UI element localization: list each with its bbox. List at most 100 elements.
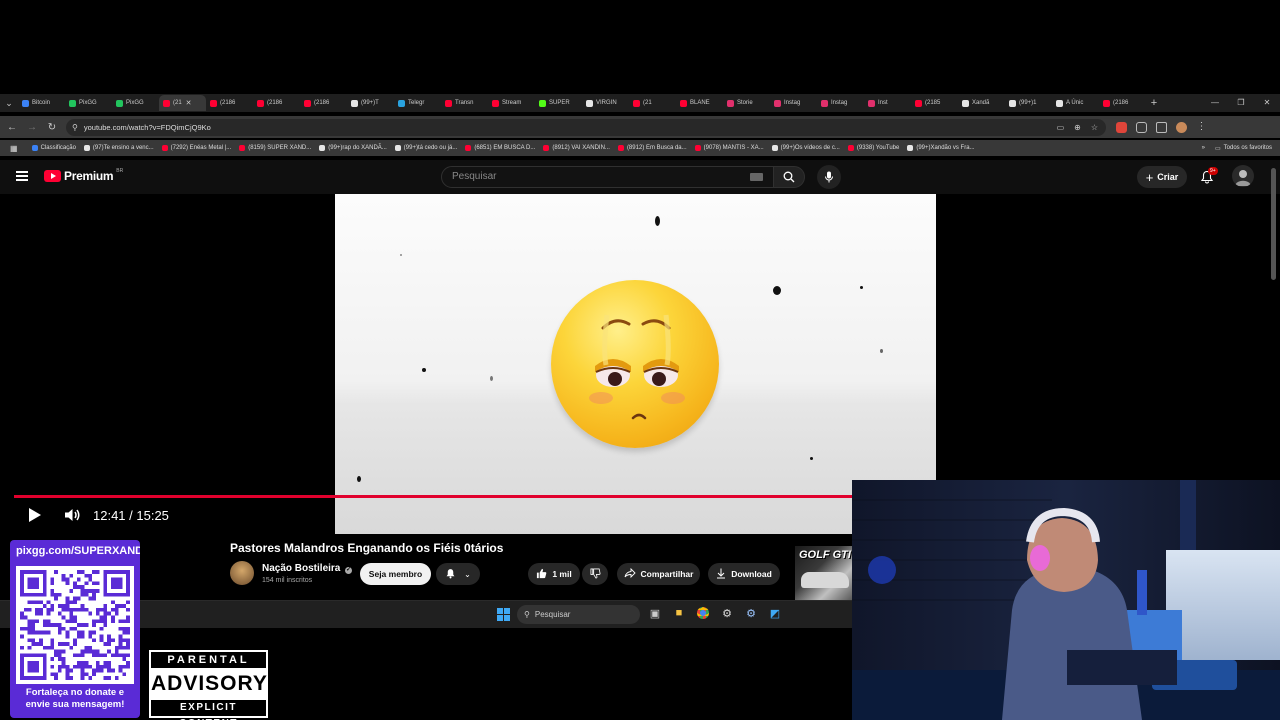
maximize-icon[interactable]: ❐ bbox=[1228, 94, 1254, 112]
volume-button[interactable] bbox=[64, 507, 81, 528]
browser-tab[interactable]: Instag bbox=[817, 95, 864, 111]
cast-icon[interactable]: ▭ bbox=[1057, 123, 1065, 132]
extension-mute-icon[interactable] bbox=[1136, 121, 1147, 133]
task-view-icon[interactable]: ▣ bbox=[648, 606, 662, 620]
site-info-icon[interactable]: ⚲ bbox=[72, 123, 78, 132]
bookmark-label: (99+)Os vídeos de c... bbox=[780, 145, 840, 151]
browser-tab[interactable]: Stream bbox=[488, 95, 535, 111]
browser-tab[interactable]: (99+)1 bbox=[1005, 95, 1052, 111]
all-bookmarks-button[interactable]: ▭ Todos os favoritos bbox=[1215, 145, 1272, 152]
browser-tab[interactable]: (2186 bbox=[1099, 95, 1146, 111]
bookmark-item[interactable]: Classificação bbox=[28, 145, 80, 151]
browser-tab[interactable]: Xandã bbox=[958, 95, 1005, 111]
app-blue-icon[interactable]: ◩ bbox=[768, 606, 782, 620]
browser-tab[interactable]: BLANE bbox=[676, 95, 723, 111]
like-count: 1 mil bbox=[552, 569, 572, 579]
menu-dots-icon[interactable]: ⋮ bbox=[1196, 121, 1207, 133]
search-input[interactable]: Pesquisar bbox=[441, 166, 774, 188]
profile-avatar-icon[interactable] bbox=[1176, 121, 1187, 133]
dislike-button[interactable] bbox=[582, 563, 608, 585]
bookmark-item[interactable]: (9338) YouTube bbox=[844, 145, 903, 151]
page-scrollbar[interactable] bbox=[1271, 168, 1276, 280]
voice-search-button[interactable] bbox=[817, 165, 841, 189]
bookmark-favicon-icon bbox=[847, 145, 854, 151]
browser-tab[interactable]: A Únic bbox=[1052, 95, 1099, 111]
keyboard-icon[interactable] bbox=[750, 173, 763, 181]
youtube-play-logo-icon bbox=[44, 170, 61, 182]
file-explorer-icon[interactable]: ■ bbox=[672, 606, 686, 620]
windows-start-icon[interactable] bbox=[497, 608, 510, 621]
tab-list: Bitcoin PixGG PixGG (21 ✕ (2186 (2186 (2186 (99+… bbox=[18, 95, 1146, 111]
browser-tab[interactable]: (21 bbox=[629, 95, 676, 111]
hamburger-menu-icon[interactable] bbox=[16, 171, 28, 181]
forward-icon[interactable]: → bbox=[22, 117, 42, 137]
bookmark-item[interactable]: (8912) VAI XANDIN... bbox=[539, 145, 614, 151]
tab-label: Instag bbox=[831, 100, 848, 106]
subscription-bell-button[interactable]: ⌄ bbox=[436, 563, 480, 585]
channel-name[interactable]: Nação Bostileira ✓ bbox=[262, 563, 353, 574]
apps-grid-icon[interactable]: ▦ bbox=[0, 144, 28, 153]
browser-tab[interactable]: Bitcoin bbox=[18, 95, 65, 111]
suggested-video-thumbnail[interactable]: GOLF GTI bbox=[795, 546, 853, 600]
bookmark-item[interactable]: (7292) Enéas Metal |... bbox=[158, 145, 236, 151]
minimize-icon[interactable]: — bbox=[1202, 94, 1228, 112]
bookmark-favicon-icon bbox=[771, 145, 778, 151]
browser-tab[interactable]: (2186 bbox=[253, 95, 300, 111]
bookmark-item[interactable]: (6851) EM BUSCA D... bbox=[461, 145, 539, 151]
taskbar-search-input[interactable]: ⚲ Pesquisar bbox=[517, 605, 640, 624]
bookmark-item[interactable]: (99+)Os vídeos de c... bbox=[768, 145, 844, 151]
browser-tab[interactable]: (21 ✕ bbox=[159, 95, 206, 111]
browser-tab[interactable]: VIRGIN bbox=[582, 95, 629, 111]
close-window-icon[interactable]: ✕ bbox=[1254, 94, 1280, 112]
bookmarks-overflow-button[interactable]: » bbox=[1202, 145, 1205, 152]
join-button[interactable]: Seja membro bbox=[360, 563, 431, 585]
browser-tab[interactable]: Telegr bbox=[394, 95, 441, 111]
reload-icon[interactable]: ↻ bbox=[42, 117, 62, 137]
channel-avatar[interactable] bbox=[230, 561, 254, 585]
download-button[interactable]: Download bbox=[708, 563, 780, 585]
browser-tab[interactable]: (2185 bbox=[911, 95, 958, 111]
settings-icon[interactable]: ⚙ bbox=[744, 606, 758, 620]
share-button[interactable]: Compartilhar bbox=[617, 563, 700, 585]
search-button[interactable] bbox=[773, 166, 805, 188]
pa-top-text: PARENTAL bbox=[167, 654, 250, 666]
tab-label: PixGG bbox=[126, 100, 144, 106]
browser-tab[interactable]: Storie bbox=[723, 95, 770, 111]
bookmark-item[interactable]: (97)Te ensino a venc... bbox=[80, 145, 158, 151]
bookmark-item[interactable]: (99+)tá cedo ou já... bbox=[391, 145, 462, 151]
extension-red-icon[interactable] bbox=[1116, 121, 1127, 133]
bookmark-item[interactable]: (8912) Em Busca da... bbox=[614, 145, 691, 151]
browser-tab[interactable]: PixGG bbox=[65, 95, 112, 111]
play-button[interactable] bbox=[28, 507, 42, 528]
url-field[interactable]: ⚲ youtube.com/watch?v=FDQimCjQ9Ko ▭ ⊕ ☆ bbox=[66, 118, 1106, 136]
bookmark-item[interactable]: (99+)Xandão vs Fra... bbox=[903, 145, 978, 151]
browser-tab[interactable]: SUPER bbox=[535, 95, 582, 111]
browser-tab[interactable]: PixGG bbox=[112, 95, 159, 111]
chrome-icon[interactable] bbox=[696, 606, 710, 620]
like-button[interactable]: 1 mil bbox=[528, 563, 580, 585]
extensions-area: ⋮ bbox=[1116, 121, 1207, 133]
bookmark-item[interactable]: (9078) MANTIS - XA... bbox=[691, 145, 768, 151]
browser-tab[interactable]: Inst bbox=[864, 95, 911, 111]
back-icon[interactable]: ← bbox=[2, 117, 22, 137]
browser-tab[interactable]: (2186 bbox=[206, 95, 253, 111]
account-avatar[interactable] bbox=[1232, 165, 1254, 187]
bookmark-item[interactable]: (99+)rap do XANDÃ... bbox=[315, 145, 391, 151]
video-frame[interactable] bbox=[335, 194, 936, 534]
create-button[interactable]: + Criar bbox=[1137, 166, 1187, 188]
browser-tab[interactable]: Transn bbox=[441, 95, 488, 111]
bookmark-item[interactable]: (8159) SUPER XAND... bbox=[235, 145, 315, 151]
browser-tab[interactable]: (2186 bbox=[300, 95, 347, 111]
app-red-icon[interactable]: ⚙ bbox=[720, 606, 734, 620]
youtube-premium-logo[interactable]: Premium BR bbox=[44, 168, 123, 183]
tab-close-icon[interactable]: ✕ bbox=[186, 99, 192, 107]
browser-tab[interactable]: Instag bbox=[770, 95, 817, 111]
tab-search-chevron-icon[interactable]: ⌄ bbox=[0, 94, 18, 112]
extensions-puzzle-icon[interactable] bbox=[1156, 121, 1167, 133]
new-tab-button[interactable]: + bbox=[1146, 95, 1162, 111]
address-bar-row: ← → ↻ ⚲ youtube.com/watch?v=FDQimCjQ9Ko … bbox=[0, 116, 1280, 138]
bookmark-star-icon[interactable]: ☆ bbox=[1091, 123, 1098, 132]
zoom-icon[interactable]: ⊕ bbox=[1074, 123, 1081, 132]
browser-tab[interactable]: (99+)T bbox=[347, 95, 394, 111]
microphone-icon bbox=[825, 171, 833, 183]
